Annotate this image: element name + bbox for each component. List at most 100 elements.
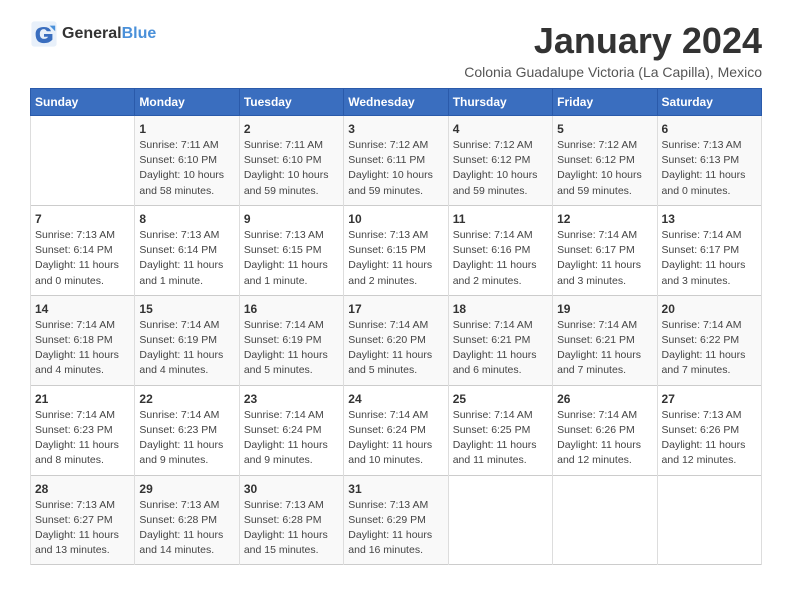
calendar-body: 1 Sunrise: 7:11 AMSunset: 6:10 PMDaylight… — [31, 116, 762, 565]
header: GeneralBlue January 2024 Colonia Guadalu… — [30, 20, 762, 80]
subtitle: Colonia Guadalupe Victoria (La Capilla),… — [464, 64, 762, 80]
calendar-cell: 1 Sunrise: 7:11 AMSunset: 6:10 PMDaylight… — [135, 116, 239, 206]
day-info: Sunrise: 7:13 AMSunset: 6:15 PMDaylight:… — [244, 228, 339, 289]
logo-blue: Blue — [122, 25, 157, 42]
day-info: Sunrise: 7:14 AMSunset: 6:19 PMDaylight:… — [139, 318, 234, 379]
page: GeneralBlue January 2024 Colonia Guadalu… — [0, 0, 792, 612]
calendar-cell: 31Sunrise: 7:13 AMSunset: 6:29 PMDayligh… — [344, 475, 448, 565]
day-info: Sunrise: 7:11 AMSunset: 6:10 PMDaylight:… — [244, 138, 339, 199]
calendar-cell: 30Sunrise: 7:13 AMSunset: 6:28 PMDayligh… — [239, 475, 343, 565]
calendar-cell: 5 Sunrise: 7:12 AMSunset: 6:12 PMDaylight… — [553, 116, 657, 206]
day-info: Sunrise: 7:14 AMSunset: 6:21 PMDaylight:… — [557, 318, 652, 379]
calendar-cell: 6 Sunrise: 7:13 AMSunset: 6:13 PMDaylight… — [657, 116, 761, 206]
calendar-cell — [657, 475, 761, 565]
day-number: 6 — [662, 122, 757, 136]
day-number: 24 — [348, 392, 443, 406]
day-info: Sunrise: 7:12 AMSunset: 6:12 PMDaylight:… — [453, 138, 548, 199]
day-info: Sunrise: 7:11 AMSunset: 6:10 PMDaylight:… — [139, 138, 234, 199]
calendar-cell: 11Sunrise: 7:14 AMSunset: 6:16 PMDayligh… — [448, 205, 552, 295]
calendar-cell: 22Sunrise: 7:14 AMSunset: 6:23 PMDayligh… — [135, 385, 239, 475]
day-info: Sunrise: 7:13 AMSunset: 6:29 PMDaylight:… — [348, 498, 443, 559]
general-blue-icon — [30, 20, 58, 48]
day-number: 5 — [557, 122, 652, 136]
day-info: Sunrise: 7:14 AMSunset: 6:23 PMDaylight:… — [35, 408, 130, 469]
calendar-cell: 26Sunrise: 7:14 AMSunset: 6:26 PMDayligh… — [553, 385, 657, 475]
calendar-cell: 14 Sunrise: 7:14 AMSunset: 6:18 PMDayligh… — [31, 295, 135, 385]
day-info: Sunrise: 7:13 AMSunset: 6:15 PMDaylight:… — [348, 228, 443, 289]
day-number: 14 — [35, 302, 130, 316]
day-info: Sunrise: 7:14 AMSunset: 6:22 PMDaylight:… — [662, 318, 757, 379]
calendar-cell: 28 Sunrise: 7:13 AMSunset: 6:27 PMDayligh… — [31, 475, 135, 565]
calendar-cell: 16 Sunrise: 7:14 AMSunset: 6:19 PMDayligh… — [239, 295, 343, 385]
calendar-header-sunday: Sunday — [31, 89, 135, 116]
calendar-cell — [553, 475, 657, 565]
calendar-cell — [448, 475, 552, 565]
calendar-week-row: 14 Sunrise: 7:14 AMSunset: 6:18 PMDayligh… — [31, 295, 762, 385]
day-info: Sunrise: 7:14 AMSunset: 6:20 PMDaylight:… — [348, 318, 443, 379]
day-info: Sunrise: 7:13 AMSunset: 6:28 PMDaylight:… — [139, 498, 234, 559]
calendar-cell: 18 Sunrise: 7:14 AMSunset: 6:21 PMDayligh… — [448, 295, 552, 385]
day-number: 2 — [244, 122, 339, 136]
day-number: 26 — [557, 392, 652, 406]
day-info: Sunrise: 7:14 AMSunset: 6:24 PMDaylight:… — [348, 408, 443, 469]
day-number: 8 — [139, 212, 234, 226]
calendar-cell: 7Sunrise: 7:13 AMSunset: 6:14 PMDaylight… — [31, 205, 135, 295]
day-number: 18 — [453, 302, 548, 316]
calendar-week-row: 1 Sunrise: 7:11 AMSunset: 6:10 PMDaylight… — [31, 116, 762, 206]
day-info: Sunrise: 7:13 AMSunset: 6:13 PMDaylight:… — [662, 138, 757, 199]
calendar-cell: 21Sunrise: 7:14 AMSunset: 6:23 PMDayligh… — [31, 385, 135, 475]
day-info: Sunrise: 7:13 AMSunset: 6:27 PMDaylight:… — [35, 498, 130, 559]
calendar-cell: 9 Sunrise: 7:13 AMSunset: 6:15 PMDaylight… — [239, 205, 343, 295]
calendar-cell: 20 Sunrise: 7:14 AMSunset: 6:22 PMDayligh… — [657, 295, 761, 385]
logo: GeneralBlue — [30, 20, 156, 48]
calendar-cell: 17 Sunrise: 7:14 AMSunset: 6:20 PMDayligh… — [344, 295, 448, 385]
calendar-cell: 27 Sunrise: 7:13 AMSunset: 6:26 PMDayligh… — [657, 385, 761, 475]
logo-area: GeneralBlue — [30, 20, 156, 48]
calendar-header-thursday: Thursday — [448, 89, 552, 116]
calendar-cell: 24 Sunrise: 7:14 AMSunset: 6:24 PMDayligh… — [344, 385, 448, 475]
calendar-cell: 25Sunrise: 7:14 AMSunset: 6:25 PMDayligh… — [448, 385, 552, 475]
day-number: 25 — [453, 392, 548, 406]
calendar-week-row: 28 Sunrise: 7:13 AMSunset: 6:27 PMDayligh… — [31, 475, 762, 565]
day-info: Sunrise: 7:14 AMSunset: 6:24 PMDaylight:… — [244, 408, 339, 469]
calendar-cell — [31, 116, 135, 206]
day-info: Sunrise: 7:14 AMSunset: 6:17 PMDaylight:… — [662, 228, 757, 289]
calendar-header-row: SundayMondayTuesdayWednesdayThursdayFrid… — [31, 89, 762, 116]
logo-general: General — [62, 25, 122, 42]
day-number: 11 — [453, 212, 548, 226]
day-number: 16 — [244, 302, 339, 316]
day-number: 30 — [244, 482, 339, 496]
day-number: 3 — [348, 122, 443, 136]
day-info: Sunrise: 7:13 AMSunset: 6:14 PMDaylight:… — [139, 228, 234, 289]
day-info: Sunrise: 7:14 AMSunset: 6:19 PMDaylight:… — [244, 318, 339, 379]
day-info: Sunrise: 7:12 AMSunset: 6:11 PMDaylight:… — [348, 138, 443, 199]
calendar-cell: 8 Sunrise: 7:13 AMSunset: 6:14 PMDaylight… — [135, 205, 239, 295]
calendar-cell: 13 Sunrise: 7:14 AMSunset: 6:17 PMDayligh… — [657, 205, 761, 295]
day-number: 17 — [348, 302, 443, 316]
calendar-header-monday: Monday — [135, 89, 239, 116]
day-number: 20 — [662, 302, 757, 316]
day-number: 19 — [557, 302, 652, 316]
day-info: Sunrise: 7:13 AMSunset: 6:26 PMDaylight:… — [662, 408, 757, 469]
calendar-cell: 4Sunrise: 7:12 AMSunset: 6:12 PMDaylight… — [448, 116, 552, 206]
day-number: 15 — [139, 302, 234, 316]
calendar-cell: 23Sunrise: 7:14 AMSunset: 6:24 PMDayligh… — [239, 385, 343, 475]
day-number: 9 — [244, 212, 339, 226]
calendar-table: SundayMondayTuesdayWednesdayThursdayFrid… — [30, 88, 762, 565]
day-number: 27 — [662, 392, 757, 406]
day-info: Sunrise: 7:14 AMSunset: 6:21 PMDaylight:… — [453, 318, 548, 379]
month-title: January 2024 — [464, 20, 762, 62]
calendar-cell: 2 Sunrise: 7:11 AMSunset: 6:10 PMDaylight… — [239, 116, 343, 206]
day-info: Sunrise: 7:14 AMSunset: 6:18 PMDaylight:… — [35, 318, 130, 379]
calendar-header-friday: Friday — [553, 89, 657, 116]
day-number: 1 — [139, 122, 234, 136]
day-number: 13 — [662, 212, 757, 226]
day-info: Sunrise: 7:12 AMSunset: 6:12 PMDaylight:… — [557, 138, 652, 199]
calendar-cell: 12Sunrise: 7:14 AMSunset: 6:17 PMDayligh… — [553, 205, 657, 295]
calendar-week-row: 7 Sunrise: 7:13 AMSunset: 6:14 PMDaylight… — [31, 205, 762, 295]
day-number: 22 — [139, 392, 234, 406]
day-number: 7 — [35, 212, 130, 226]
calendar-cell: 19 Sunrise: 7:14 AMSunset: 6:21 PMDayligh… — [553, 295, 657, 385]
day-number: 28 — [35, 482, 130, 496]
calendar-cell: 29Sunrise: 7:13 AMSunset: 6:28 PMDayligh… — [135, 475, 239, 565]
